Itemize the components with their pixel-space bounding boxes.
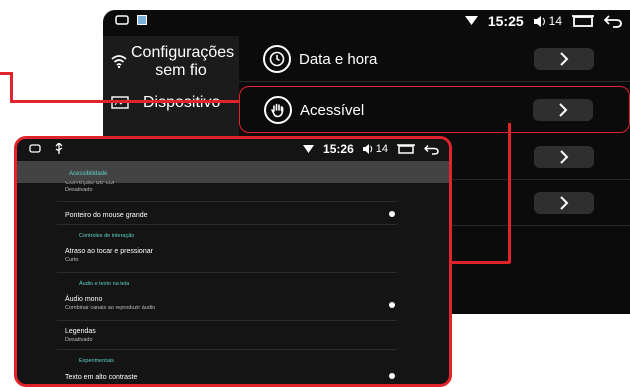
hand-icon: [264, 96, 292, 124]
list-item-captions[interactable]: Legendas Desativado: [65, 328, 96, 343]
gallery-icon: [137, 15, 147, 25]
settings-row-accessibility[interactable]: Acessível: [239, 86, 630, 133]
connector-line: [10, 100, 240, 103]
volume-level: 14: [375, 143, 388, 155]
settings-row-label: Acessível: [300, 102, 365, 119]
list-item-title: Texto em alto contraste: [65, 374, 138, 381]
toggle[interactable]: [389, 211, 395, 217]
divider: [57, 349, 397, 350]
list-item-subtitle: Curto: [65, 257, 79, 263]
status-bar: 15:26 14: [17, 139, 449, 161]
sidebar-item-device[interactable]: Dispositivo: [111, 94, 220, 112]
divider: [57, 272, 397, 273]
list-item-subtitle: Desativado: [65, 187, 93, 193]
category-header: Controles de interação: [79, 233, 135, 239]
category-header: Áudio e texto na tela: [79, 281, 130, 287]
back-arrow-icon[interactable]: [424, 144, 439, 155]
list-item-title: Ponteiro do mouse grande: [65, 212, 148, 219]
settings-row-label: Data e hora: [299, 51, 378, 68]
page-title: Acessibilidade: [17, 161, 449, 183]
connector-line: [446, 261, 510, 264]
status-time: 15:25: [487, 13, 524, 29]
volume-level: 14: [548, 14, 562, 28]
volume-icon: [533, 15, 545, 27]
status-bar: 15:25 14: [103, 10, 630, 36]
list-item-subtitle: Desativado: [65, 337, 93, 343]
settings-row-date-time[interactable]: Data e hora: [239, 36, 630, 82]
wifi-status-icon: [303, 144, 315, 153]
wifi-icon: [111, 55, 127, 68]
wifi-status-icon: [464, 16, 478, 25]
window-icon[interactable]: [397, 144, 415, 154]
list-item-mono-audio[interactable]: Áudio mono Combinar canais ao reproduzir…: [65, 296, 155, 311]
toggle[interactable]: [389, 373, 395, 379]
chevron-right-icon[interactable]: [534, 146, 594, 168]
list-item-high-contrast-text[interactable]: Texto em alto contraste: [65, 374, 137, 381]
chevron-right-icon[interactable]: [534, 192, 594, 214]
list-item-title: Atraso ao tocar e pressionar: [65, 248, 153, 255]
divider: [57, 201, 397, 202]
usb-icon: [55, 143, 63, 154]
toggle[interactable]: [389, 302, 395, 308]
connector-line: [508, 123, 511, 263]
volume-display: 14: [362, 143, 388, 155]
list-item-color-correction[interactable]: Correção de cor Desativado: [65, 181, 115, 193]
status-time: 15:26: [323, 142, 354, 156]
recent-apps-icon[interactable]: [115, 15, 129, 25]
connector-line: [10, 72, 13, 102]
list-item-title: Áudio mono: [65, 296, 103, 303]
list-item-touch-hold-delay[interactable]: Atraso ao tocar e pressionar Curto: [65, 248, 153, 263]
category-header: Experimentais: [79, 358, 114, 364]
list-item-large-pointer[interactable]: Ponteiro do mouse grande: [65, 212, 148, 219]
device-icon: [111, 96, 129, 109]
divider: [57, 224, 397, 225]
chevron-right-icon[interactable]: [534, 48, 594, 70]
sidebar-item-label: Configurações sem fio: [131, 44, 235, 79]
divider: [57, 320, 397, 321]
list-item-title: Legendas: [65, 328, 96, 335]
back-arrow-icon[interactable]: [604, 14, 622, 28]
sidebar-item-wireless[interactable]: Configurações sem fio: [111, 44, 235, 80]
clock-icon: [263, 45, 291, 73]
list-item-subtitle: Combinar canais ao reproduzir áudio: [65, 305, 156, 311]
list-item-title: Correção de cor: [65, 181, 116, 186]
recent-apps-icon[interactable]: [29, 144, 41, 153]
sidebar-item-label: Dispositivo: [143, 94, 220, 112]
chevron-right-icon[interactable]: [533, 99, 593, 121]
window-icon[interactable]: [572, 15, 594, 27]
volume-icon: [362, 144, 372, 154]
volume-display: 14: [533, 14, 562, 28]
accessibility-screen: 15:26 14 Acessibilidade Correção de cor …: [14, 136, 452, 387]
